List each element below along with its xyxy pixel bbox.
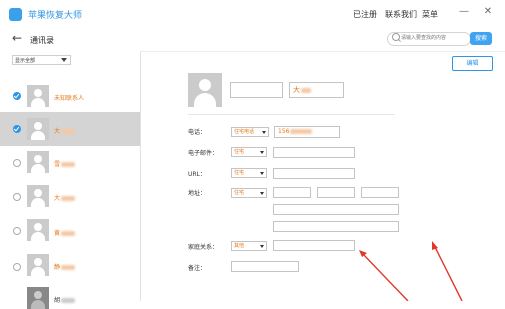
edit-button[interactable]: 编辑 bbox=[452, 56, 493, 71]
first-name-field[interactable] bbox=[230, 82, 283, 98]
chevron-down-icon bbox=[260, 151, 264, 154]
address-label: 地址： bbox=[188, 190, 207, 197]
url-label: URL： bbox=[188, 171, 206, 178]
avatar bbox=[27, 85, 49, 107]
checkbox-checked-icon[interactable] bbox=[13, 125, 21, 133]
checkbox-checked-icon[interactable] bbox=[13, 92, 21, 100]
menu-contact-us[interactable]: 联系我们 bbox=[385, 9, 417, 20]
last-name-field[interactable]: 大 bbox=[289, 82, 344, 98]
contact-name: 未知联系人 bbox=[54, 95, 85, 102]
chevron-down-icon bbox=[260, 192, 264, 195]
email-label: 电子邮件： bbox=[188, 150, 219, 157]
chevron-down-icon bbox=[262, 131, 266, 134]
contact-name: 黄 bbox=[54, 228, 76, 237]
avatar bbox=[27, 254, 49, 276]
url-type-select[interactable]: 住宅 bbox=[231, 168, 267, 178]
avatar bbox=[27, 118, 49, 140]
email-type-select[interactable]: 住宅 bbox=[231, 147, 267, 157]
address-field-1[interactable] bbox=[273, 187, 311, 198]
back-arrow-icon[interactable]: ← bbox=[12, 31, 22, 45]
family-field[interactable] bbox=[273, 240, 355, 251]
divider bbox=[188, 114, 395, 115]
address-field-3[interactable] bbox=[361, 187, 399, 198]
avatar bbox=[27, 151, 49, 173]
checkbox-icon[interactable] bbox=[13, 159, 21, 167]
contact-name: 静 bbox=[54, 262, 76, 271]
address-street-field-2[interactable] bbox=[273, 221, 399, 232]
checkbox-icon[interactable] bbox=[13, 227, 21, 235]
search-button[interactable]: 搜索 bbox=[470, 32, 492, 45]
phone-type-select[interactable]: 住宅电话 bbox=[231, 127, 269, 137]
contact-name: 雪 bbox=[54, 159, 76, 168]
checkbox-icon[interactable] bbox=[13, 193, 21, 201]
phone-field[interactable]: 156 bbox=[274, 126, 340, 138]
family-type-select[interactable]: 其他 bbox=[231, 241, 267, 251]
address-street-field[interactable] bbox=[273, 204, 399, 215]
url-field[interactable] bbox=[273, 168, 355, 179]
menu-registered[interactable]: 已注册 bbox=[353, 9, 377, 20]
annotation-arrowhead-left bbox=[359, 250, 367, 257]
avatar bbox=[27, 185, 49, 207]
checkbox-icon[interactable] bbox=[13, 263, 21, 271]
annotation-arrowhead-right bbox=[432, 241, 438, 250]
avatar-photo bbox=[27, 287, 49, 309]
family-label: 家庭关系： bbox=[188, 244, 219, 251]
search-input[interactable] bbox=[401, 33, 467, 43]
contact-photo[interactable] bbox=[188, 73, 222, 109]
note-field[interactable] bbox=[231, 261, 299, 272]
chevron-down-icon bbox=[260, 172, 264, 175]
address-field-2[interactable] bbox=[317, 187, 355, 198]
chevron-down-icon bbox=[260, 245, 264, 248]
close-icon[interactable]: ✕ bbox=[482, 6, 494, 17]
page-title: 通讯录 bbox=[30, 36, 54, 45]
app-title: 苹果恢复大师 bbox=[28, 11, 83, 21]
avatar bbox=[27, 219, 49, 241]
address-type-select[interactable]: 住宅 bbox=[231, 188, 267, 198]
email-field[interactable] bbox=[273, 147, 355, 158]
contact-name: 大 bbox=[54, 126, 76, 135]
contact-name: 胡 bbox=[54, 295, 76, 304]
annotation-arrow-right bbox=[433, 244, 463, 301]
chevron-down-icon bbox=[61, 58, 67, 62]
menu-main[interactable]: 菜单 bbox=[422, 9, 438, 20]
phone-label: 电话： bbox=[188, 129, 207, 136]
contact-name: 大 bbox=[54, 193, 76, 202]
app-logo-icon bbox=[9, 8, 22, 21]
minimize-icon[interactable]: — bbox=[458, 6, 470, 17]
annotation-arrow-left bbox=[361, 252, 409, 301]
note-label: 备注： bbox=[188, 265, 207, 272]
